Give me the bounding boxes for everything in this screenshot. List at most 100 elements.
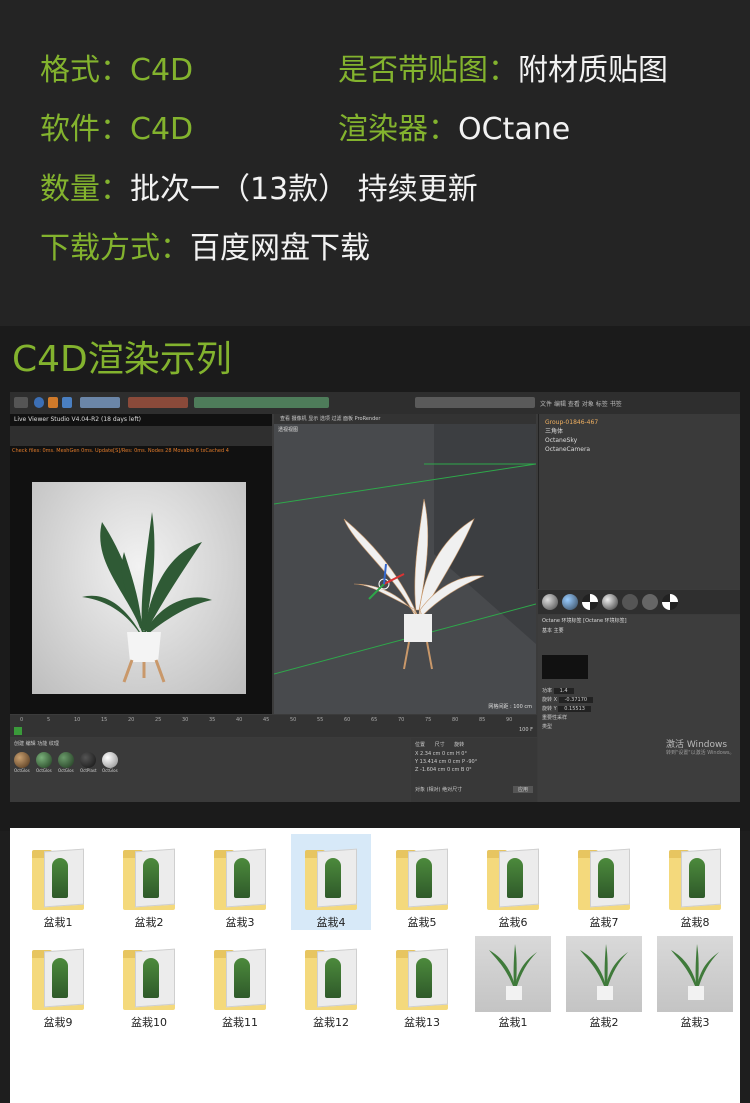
timeline-tick: 80: [452, 717, 459, 723]
folder-item[interactable]: 盆栽10: [109, 934, 189, 1030]
info-header: 格式：C4D 是否带贴图：附材质贴图 软件：C4D 渲染器：OCtane 数量：…: [0, 0, 750, 326]
plant-image-thumbnail: [475, 936, 551, 1012]
file-label: 盆栽9: [43, 1016, 73, 1029]
format-label: 格式：: [40, 53, 130, 88]
material-thumb[interactable]: OctGlos: [58, 752, 74, 773]
file-label: 盆栽1: [43, 916, 73, 929]
timeline-tick: 30: [182, 717, 189, 723]
timeline-tick: 70: [398, 717, 405, 723]
move-tool-icon[interactable]: [34, 397, 44, 408]
timeline-tick: 40: [236, 717, 243, 723]
plant-thumbnail: [52, 958, 68, 998]
image-file-item[interactable]: 盆栽3: [655, 934, 735, 1030]
folder-item[interactable]: 盆栽7: [564, 834, 644, 930]
plant-thumbnail: [52, 858, 68, 898]
material-ball[interactable]: [582, 594, 598, 610]
material-menu[interactable]: 创建 编辑 功能 纹理: [14, 740, 59, 747]
plant-thumbnail: [598, 858, 614, 898]
object-manager: Group-01846-467 三角体 OctaneSky OctaneCame…: [538, 414, 740, 589]
timeline-tick: 50: [290, 717, 297, 723]
undo-icon[interactable]: [14, 397, 28, 408]
env-texture-preview: [542, 655, 588, 679]
material-thumb[interactable]: OctGlos: [102, 752, 118, 773]
octane-toolbar[interactable]: [415, 397, 535, 408]
file-label: 盆栽8: [680, 916, 710, 929]
folder-item[interactable]: 盆栽3: [200, 834, 280, 930]
timeline-playhead[interactable]: [14, 727, 22, 735]
folder-item[interactable]: 盆栽1: [18, 834, 98, 930]
frame-end[interactable]: 100 F: [519, 727, 533, 733]
material-thumb[interactable]: OctPlast: [80, 752, 97, 773]
plant-thumbnail: [507, 858, 523, 898]
plant-image-thumbnail: [566, 936, 642, 1012]
material-ball[interactable]: [542, 594, 558, 610]
folder-item[interactable]: 盆栽2: [109, 834, 189, 930]
folder-item[interactable]: 盆栽8: [655, 834, 735, 930]
software-value: C4D: [130, 112, 194, 147]
plant-thumbnail: [416, 958, 432, 998]
image-file-item[interactable]: 盆栽1: [473, 934, 553, 1030]
viewport-scene: [274, 424, 536, 675]
scale-tool-icon[interactable]: [48, 397, 58, 408]
object-item[interactable]: OctaneSky: [545, 436, 598, 445]
image-file-item[interactable]: 盆栽2: [564, 934, 644, 1030]
attribute-tabs[interactable]: 基本 主要: [542, 627, 564, 634]
maps-label: 是否带贴图：: [338, 53, 518, 88]
viewport-menu[interactable]: 查看 摄像机 显示 选项 过滤 面板 ProRender: [274, 414, 536, 424]
material-ball[interactable]: [622, 594, 638, 610]
perspective-viewport[interactable]: 查看 摄像机 显示 选项 过滤 面板 ProRender 透视视图 网格间距:…: [274, 414, 536, 714]
object-item[interactable]: OctaneCamera: [545, 445, 598, 454]
plant-thumbnail: [143, 858, 159, 898]
download-label: 下载方式：: [40, 231, 190, 266]
c4d-screenshot: 文件 编辑 查看 对象 标签 书签 Live Viewer Studio V4.…: [10, 392, 740, 802]
main-toolbar: 文件 编辑 查看 对象 标签 书签: [10, 392, 740, 414]
xyz-axis-icons[interactable]: [80, 397, 120, 408]
material-ball[interactable]: [642, 594, 658, 610]
folder-item[interactable]: 盆栽13: [382, 934, 462, 1030]
file-label: 盆栽7: [589, 916, 619, 929]
quantity-label: 数量：: [40, 172, 130, 207]
live-viewer-status: Check files: 0ms. MeshGen 0ms. Update[S]…: [12, 448, 229, 454]
timeline-tick: 85: [479, 717, 486, 723]
folder-item[interactable]: 盆栽9: [18, 934, 98, 1030]
material-ball[interactable]: [662, 594, 678, 610]
material-thumb[interactable]: OctGlos: [14, 752, 30, 773]
folder-item[interactable]: 盆栽4: [291, 834, 371, 930]
timeline-tick: 35: [209, 717, 216, 723]
render-buttons[interactable]: [128, 397, 188, 408]
plant-thumbnail: [325, 858, 341, 898]
folder-item[interactable]: 盆栽11: [200, 934, 280, 1030]
plant-thumbnail: [325, 958, 341, 998]
material-manager: 创建 编辑 功能 纹理 OctGlos OctGlos OctGlos OctP…: [10, 738, 410, 802]
object-tools[interactable]: [194, 397, 329, 408]
folder-item[interactable]: 盆栽6: [473, 834, 553, 930]
plant-thumbnail: [689, 858, 705, 898]
object-list: Group-01846-467 三角体 OctaneSky OctaneCame…: [545, 418, 598, 454]
material-ball[interactable]: [562, 594, 578, 610]
download-value: 百度网盘下载: [190, 231, 370, 266]
plant-thumbnail: [234, 858, 250, 898]
coords-mode[interactable]: 对象 (相对) 绝对尺寸: [415, 786, 462, 793]
rotate-tool-icon[interactable]: [62, 397, 72, 408]
render-showcase: C4D渲染示列 文件 编辑 查看 对象 标签 书签 Live Viewer St…: [0, 326, 750, 831]
object-item[interactable]: Group-01846-467: [545, 418, 598, 427]
file-label: 盆栽10: [131, 1016, 167, 1029]
object-menu[interactable]: 文件 编辑 查看 对象 标签 书签: [540, 399, 622, 408]
attribute-header: Octane 环境标签 [Octane 环境标签]: [542, 618, 627, 624]
folder-item[interactable]: 盆栽12: [291, 934, 371, 1030]
live-viewer-toolbar[interactable]: [10, 426, 272, 446]
apply-button[interactable]: 应用: [512, 786, 533, 793]
folder-item[interactable]: 盆栽5: [382, 834, 462, 930]
material-thumb[interactable]: OctGlos: [36, 752, 52, 773]
plant-thumbnail: [143, 958, 159, 998]
material-ball[interactable]: [602, 594, 618, 610]
format-value: C4D: [130, 53, 194, 88]
attribute-fields: 功率 1.4 旋转 X -0.37170 旋转 Y 0.15513 重要性采样 …: [542, 687, 594, 732]
info-row-software: 软件：C4D 渲染器：OCtane: [40, 110, 570, 150]
render-preview: [32, 482, 246, 694]
object-item[interactable]: 三角体: [545, 427, 598, 436]
timeline[interactable]: 0 5 10 15 20 25 30 35 40 45 50 55 60 65 70 75 80 85 90 100…: [10, 715, 537, 737]
activate-windows-text: 转到"设置"以激活 Windows。: [666, 750, 735, 756]
timeline-tick: 75: [425, 717, 432, 723]
viewport-grid-info: 网格间距 : 100 cm: [488, 704, 532, 710]
